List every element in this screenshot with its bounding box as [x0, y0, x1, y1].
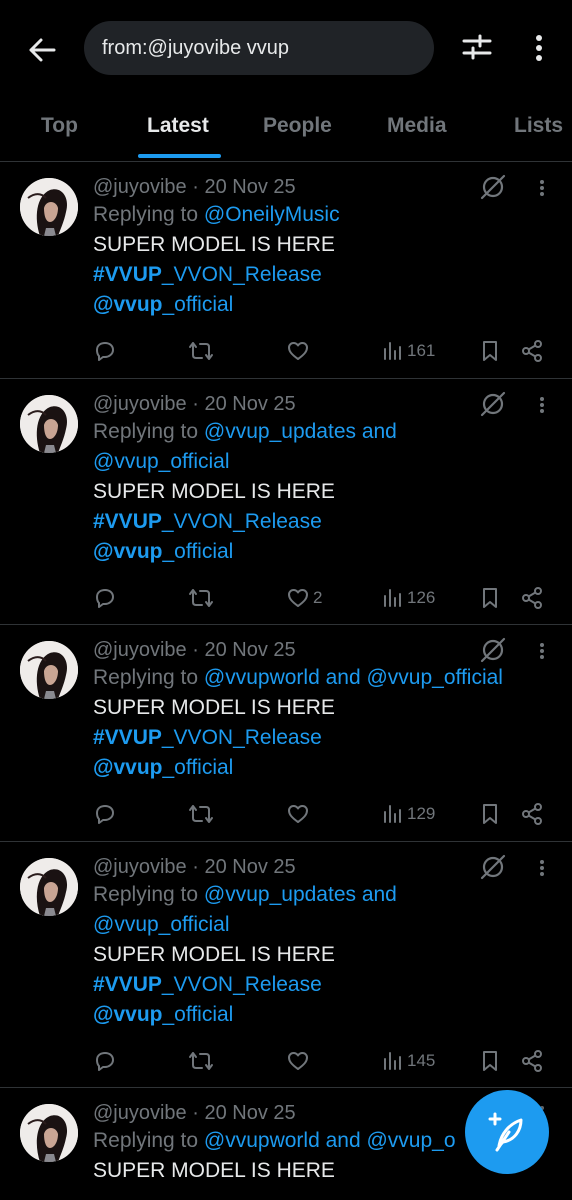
mention-link[interactable]: @vvup_official — [93, 756, 233, 779]
replying-to: Replying to @OneilyMusic — [93, 203, 340, 226]
mention-link[interactable]: @vvup_official — [93, 293, 233, 316]
view-count: 126 — [407, 588, 436, 607]
tab-media[interactable]: Media — [387, 114, 447, 138]
bookmark-icon[interactable] — [479, 1046, 501, 1076]
views-icon[interactable]: 129 — [382, 799, 435, 829]
retweet-icon[interactable] — [188, 336, 214, 366]
hashtag-link[interactable]: #VVUP_VVON_Release — [93, 973, 322, 996]
tweet-menu-icon[interactable] — [532, 639, 552, 663]
avatar[interactable] — [20, 1104, 78, 1162]
tweet-date: 20 Nov 25 — [204, 393, 296, 415]
grok-icon[interactable] — [480, 854, 506, 880]
hashtag-link[interactable]: #VVUP_VVON_Release — [93, 510, 322, 533]
avatar[interactable] — [20, 641, 78, 699]
tweet-text: SUPER MODEL IS HERE — [93, 233, 335, 256]
tweet-text: SUPER MODEL IS HERE — [93, 696, 335, 719]
avatar[interactable] — [20, 178, 78, 236]
grok-icon[interactable] — [480, 174, 506, 200]
share-icon[interactable] — [520, 583, 544, 613]
top-bar: from:@juyovibe vvup — [0, 0, 572, 96]
reply-mention[interactable]: @vvupworld and @vvup_o — [204, 1129, 456, 1152]
tweet-actions: 2 126 — [0, 583, 572, 613]
tweet-date: 20 Nov 25 — [204, 856, 296, 878]
reply-icon[interactable] — [93, 1046, 117, 1076]
replying-to: Replying to @vvup_updates and @vvup_offic… — [93, 420, 397, 473]
share-icon[interactable] — [520, 799, 544, 829]
share-icon[interactable] — [520, 336, 544, 366]
reply-mention[interactable]: @OneilyMusic — [204, 203, 340, 226]
retweet-icon[interactable] — [188, 1046, 214, 1076]
tweet-card[interactable]: @juyovibe · 20 Nov 25 Replying to @vvupw… — [0, 625, 572, 842]
tweet-menu-icon[interactable] — [532, 393, 552, 417]
grok-icon[interactable] — [480, 637, 506, 663]
tweet-menu-icon[interactable] — [532, 856, 552, 880]
tweet-card[interactable]: @juyovibe · 20 Nov 25 Replying to @vvup_… — [0, 842, 572, 1088]
sliders-icon[interactable] — [458, 28, 496, 66]
tweet-handle[interactable]: @juyovibe — [93, 1102, 187, 1124]
grok-icon[interactable] — [480, 391, 506, 417]
reply-mention[interactable]: @vvupworld and @vvup_official — [204, 666, 503, 689]
reply-icon[interactable] — [93, 583, 117, 613]
tweet-menu-icon[interactable] — [532, 176, 552, 200]
tweet-handle[interactable]: @juyovibe — [93, 176, 187, 198]
tweet-text: SUPER MODEL IS HERE — [93, 480, 335, 503]
reply-mention[interactable]: @vvup_official — [93, 913, 230, 936]
heart-icon[interactable]: 2 — [286, 583, 322, 613]
tweet-handle[interactable]: @juyovibe — [93, 639, 187, 661]
avatar[interactable] — [20, 858, 78, 916]
tab-people[interactable]: People — [263, 114, 332, 138]
search-tabs: Top Latest People Media Lists — [0, 96, 572, 162]
view-count: 145 — [407, 1051, 436, 1070]
tweet-date: 20 Nov 25 — [204, 1102, 296, 1124]
view-count: 129 — [407, 804, 436, 823]
tab-top[interactable]: Top — [41, 114, 78, 138]
retweet-icon[interactable] — [188, 583, 214, 613]
hashtag-link[interactable]: #VVUP_VVON_Release — [93, 263, 322, 286]
replying-to: Replying to @vvupworld and @vvup_officia… — [93, 666, 503, 689]
views-icon[interactable]: 161 — [382, 336, 435, 366]
reply-mention[interactable]: @vvup_updates and — [204, 883, 397, 906]
tweet-date: 20 Nov 25 — [204, 639, 296, 661]
back-arrow-icon[interactable] — [22, 30, 62, 70]
heart-icon[interactable] — [286, 799, 313, 829]
reply-icon[interactable] — [93, 799, 117, 829]
tab-lists[interactable]: Lists — [514, 114, 563, 138]
bookmark-icon[interactable] — [479, 583, 501, 613]
views-icon[interactable]: 145 — [382, 1046, 435, 1076]
tab-latest[interactable]: Latest — [147, 114, 209, 138]
tweet-handle[interactable]: @juyovibe — [93, 856, 187, 878]
compose-icon — [488, 1112, 523, 1152]
compose-button[interactable] — [465, 1090, 549, 1174]
bookmark-icon[interactable] — [479, 336, 501, 366]
tweet-handle[interactable]: @juyovibe — [93, 393, 187, 415]
share-icon[interactable] — [520, 1046, 544, 1076]
retweet-icon[interactable] — [188, 799, 214, 829]
search-query: from:@juyovibe vvup — [102, 36, 290, 59]
reply-mention[interactable]: @vvup_updates and — [204, 420, 397, 443]
views-icon[interactable]: 126 — [382, 583, 435, 613]
tweet-text: SUPER MODEL IS HERE — [93, 943, 335, 966]
view-count: 161 — [407, 341, 436, 360]
bookmark-icon[interactable] — [479, 799, 501, 829]
avatar[interactable] — [20, 395, 78, 453]
tweet-card[interactable]: @juyovibe · 20 Nov 25 Replying to @Oneil… — [0, 162, 572, 379]
tweet-actions: 161 — [0, 336, 572, 366]
replying-to: Replying to @vvup_updates and @vvup_offic… — [93, 883, 397, 936]
mention-link[interactable]: @vvup_official — [93, 1003, 233, 1026]
more-vertical-icon[interactable] — [522, 28, 556, 68]
tweet-actions: 129 — [0, 799, 572, 829]
active-tab-indicator — [138, 154, 221, 158]
tweet-card[interactable]: @juyovibe · 20 Nov 25 Replying to @vvup_… — [0, 379, 572, 625]
heart-icon[interactable] — [286, 1046, 313, 1076]
hashtag-link[interactable]: #VVUP_VVON_Release — [93, 726, 322, 749]
search-input[interactable]: from:@juyovibe vvup — [84, 21, 434, 75]
like-count: 2 — [313, 588, 323, 607]
mention-link[interactable]: @vvup_official — [93, 540, 233, 563]
tweet-feed: @juyovibe · 20 Nov 25 Replying to @Oneil… — [0, 162, 572, 1198]
reply-mention[interactable]: @vvup_official — [93, 450, 230, 473]
reply-icon[interactable] — [93, 336, 117, 366]
tweet-actions: 145 — [0, 1046, 572, 1076]
tweet-date: 20 Nov 25 — [204, 176, 296, 198]
heart-icon[interactable] — [286, 336, 313, 366]
